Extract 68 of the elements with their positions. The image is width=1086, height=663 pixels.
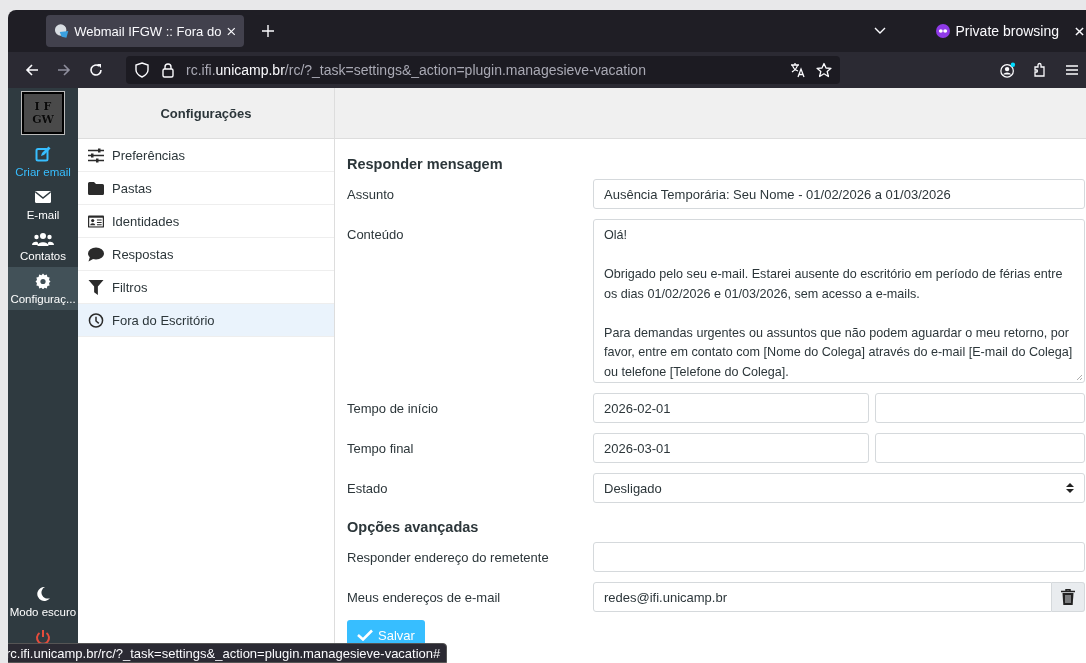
mask-icon bbox=[935, 24, 950, 38]
text-field[interactable]: Ausência Temporária: Seu Nome - 01/02/2026 a 01/03/2026 bbox=[593, 179, 1085, 209]
close-icon[interactable] bbox=[227, 26, 236, 36]
settings-item[interactable]: Respostas bbox=[78, 238, 334, 271]
close-icon[interactable] bbox=[1075, 26, 1084, 36]
settings-item[interactable]: Pastas bbox=[78, 172, 334, 205]
logo: I F GW bbox=[22, 92, 64, 134]
lock-icon bbox=[160, 62, 176, 78]
resize-grip-icon[interactable] bbox=[1075, 373, 1083, 381]
status-dropdown[interactable]: Desligado bbox=[593, 473, 1085, 503]
date-field[interactable]: 2026-02-01 bbox=[593, 393, 869, 423]
rail-item[interactable]: Configuraç... bbox=[8, 267, 78, 310]
reload-icon[interactable] bbox=[88, 62, 104, 78]
trash-icon bbox=[1061, 589, 1075, 605]
date-field[interactable]: 2026-03-01 bbox=[593, 433, 869, 463]
clock-icon bbox=[88, 312, 104, 328]
gear-icon bbox=[35, 273, 51, 289]
browser-tab[interactable]: Webmail IFGW :: Fora do bbox=[46, 15, 244, 47]
panel-title: Configurações bbox=[160, 105, 252, 121]
new-tab-icon[interactable] bbox=[262, 25, 274, 37]
forward-arrow-icon[interactable] bbox=[56, 62, 72, 78]
section-heading: Opções avançadas bbox=[347, 519, 480, 535]
time-field[interactable] bbox=[875, 393, 1085, 423]
puzzle-icon[interactable] bbox=[1032, 62, 1048, 78]
settings-item[interactable]: Preferências bbox=[78, 139, 334, 172]
account-icon[interactable] bbox=[1000, 62, 1016, 78]
address-bar[interactable]: rc.ifi.unicamp.br/rc/?_task=settings&_action=plugin.managesieve-vacation bbox=[126, 56, 840, 84]
text-field[interactable] bbox=[593, 542, 1085, 572]
url-text: rc.ifi.unicamp.br/rc/?_task=settings&_action=plugin.managesieve-vacation bbox=[186, 62, 646, 78]
bubble-icon bbox=[54, 23, 70, 39]
settings-item[interactable]: Fora do Escritório bbox=[78, 304, 334, 337]
textarea-field[interactable]: Olá! Obrigado pelo seu e-mail. Estarei ausente do escritório em período de férias entre os dias 01/02/2026 e 01/03/2026, sem acesso a e-mails. Para demandas urgentes ou assuntos que não podem aguardar o meu retorno, por favor, entre em contato com [Nome do Colega] através do e-mail [E-mail do Colega] ou telefone [Telefone do Colega]. bbox=[593, 219, 1085, 383]
rail-item[interactable]: Contatos bbox=[8, 226, 78, 267]
time-field[interactable] bbox=[875, 433, 1085, 463]
field-label: Tempo de início bbox=[347, 400, 440, 416]
folder-icon bbox=[88, 180, 104, 196]
envelope-icon bbox=[35, 189, 51, 205]
checkmark-icon bbox=[357, 629, 373, 641]
filter-icon bbox=[88, 279, 104, 295]
sliders-icon bbox=[88, 147, 104, 163]
settings-item[interactable]: Identidades bbox=[78, 205, 334, 238]
delete-button[interactable] bbox=[1052, 582, 1085, 612]
rail-item[interactable]: Criar email bbox=[8, 140, 78, 183]
rail-item[interactable]: E-mail bbox=[8, 183, 78, 226]
people-icon bbox=[32, 232, 54, 246]
speech-bubble-icon bbox=[88, 246, 104, 262]
dark-mode-toggle[interactable]: Modo escuro bbox=[8, 580, 78, 623]
id-card-icon bbox=[88, 213, 104, 229]
star-icon[interactable] bbox=[816, 62, 832, 78]
field-label: Assunto bbox=[347, 186, 395, 202]
back-arrow-icon[interactable] bbox=[24, 62, 40, 78]
edit-icon bbox=[35, 146, 51, 162]
up-down-arrows-icon bbox=[1066, 482, 1074, 494]
section-heading: Responder mensagem bbox=[347, 156, 504, 172]
field-label: Estado bbox=[347, 480, 389, 496]
field-label: Meus endereços de e-mail bbox=[347, 589, 502, 605]
chevron-down-icon[interactable] bbox=[873, 27, 886, 35]
tab-title: Webmail IFGW :: Fora do bbox=[74, 23, 222, 39]
power-icon[interactable] bbox=[35, 629, 51, 645]
translate-icon[interactable] bbox=[790, 62, 806, 78]
email-field[interactable]: redes@ifi.unicamp.br bbox=[593, 582, 1052, 612]
moon-icon bbox=[35, 586, 51, 602]
menu-icon[interactable] bbox=[1064, 62, 1080, 78]
private-browsing-label: Private browsing bbox=[955, 23, 1059, 39]
field-label: Tempo final bbox=[347, 440, 415, 456]
field-label: Conteúdo bbox=[347, 226, 405, 242]
field-label: Responder endereço do remetente bbox=[347, 549, 550, 565]
shield-icon bbox=[134, 62, 150, 78]
